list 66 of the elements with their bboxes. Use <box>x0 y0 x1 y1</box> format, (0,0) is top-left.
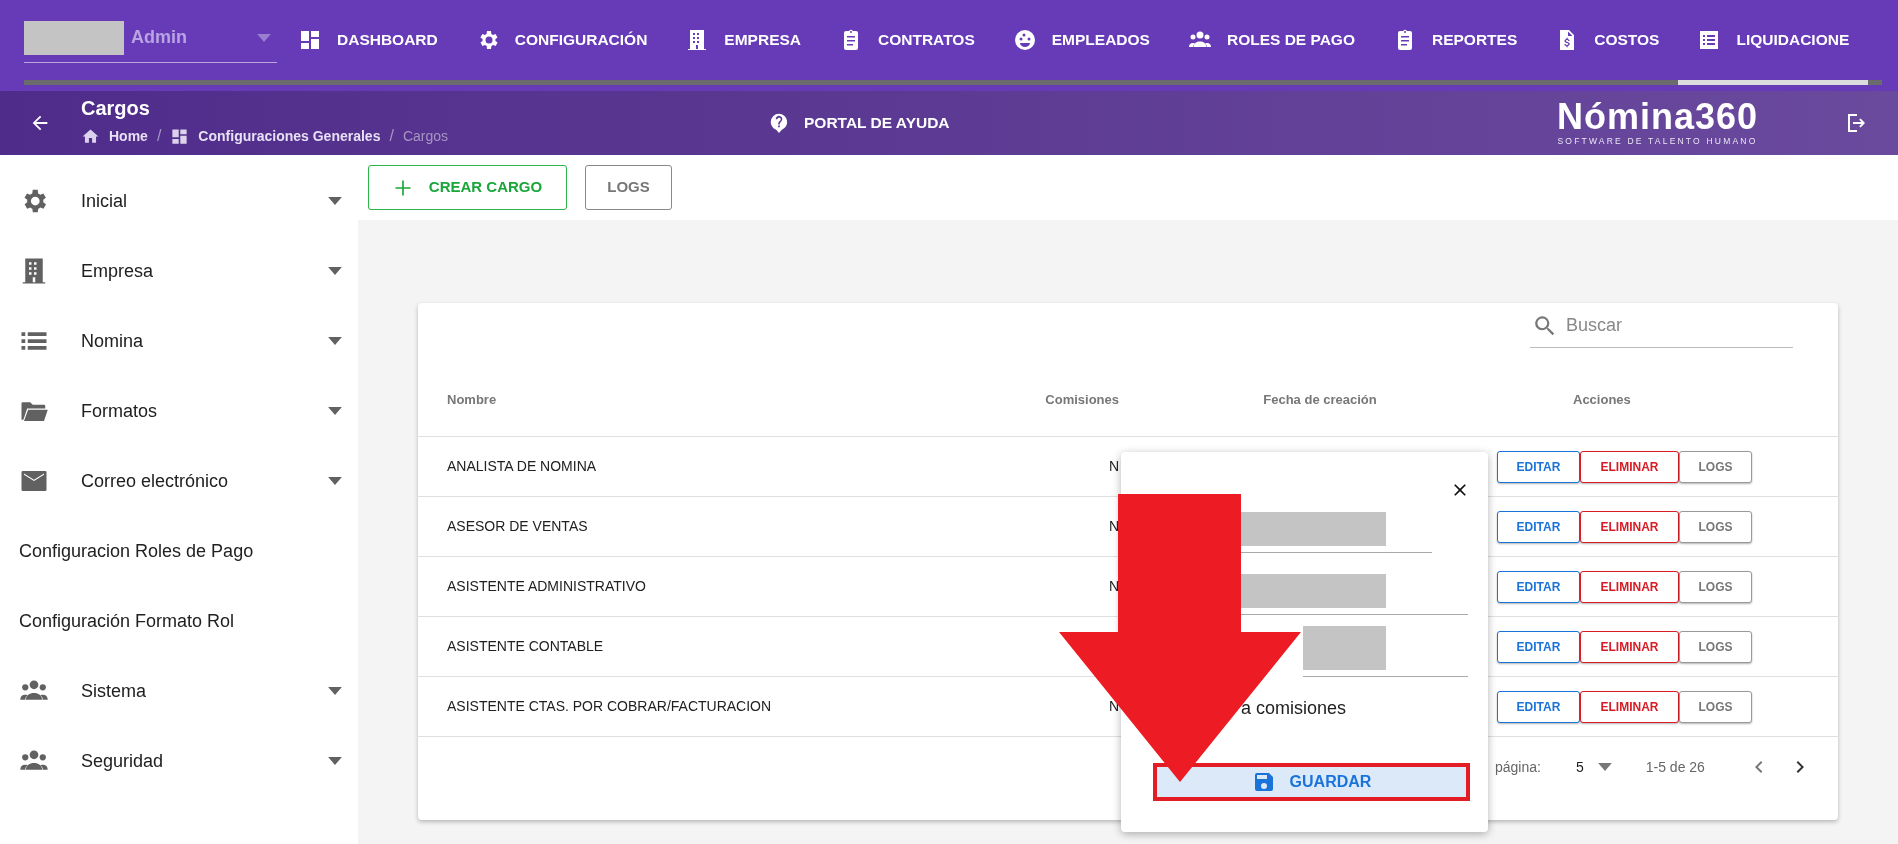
nav-tab[interactable]: EMPRESA <box>666 0 820 85</box>
nav-tab[interactable]: ROLES DE PAGO <box>1168 0 1374 85</box>
home-icon <box>81 126 100 146</box>
sidebar-item[interactable]: Configuración Formato Rol <box>0 586 358 656</box>
column-header: Fecha de creación <box>1262 391 1378 410</box>
delete-button[interactable]: ELIMINAR <box>1580 450 1679 483</box>
sidebar-item[interactable]: Configuracion Roles de Pago <box>0 516 358 586</box>
breadcrumb-separator: / <box>156 126 162 146</box>
column-header: Comisiones <box>1044 391 1120 410</box>
page-range: 1-5 de 26 <box>1645 757 1705 777</box>
delete-button[interactable]: ELIMINAR <box>1580 510 1679 543</box>
logs-button[interactable]: LOGS <box>1679 450 1752 483</box>
table-cell-text: ASESOR DE VENTAS <box>446 517 589 536</box>
dashboard-icon <box>298 28 322 52</box>
logs-button[interactable]: LOGS <box>1679 510 1752 543</box>
sidebar-item[interactable]: Correo electrónico <box>0 446 358 516</box>
sidebar-item[interactable]: Inicial <box>0 166 358 236</box>
table-cell: N <box>1108 458 1119 474</box>
table-cell-text: ASISTENTE CONTABLE <box>446 637 605 656</box>
nav-tab[interactable]: CONFIGURACIÓN <box>456 0 667 85</box>
caret-icon <box>257 33 271 42</box>
edit-button[interactable]: EDITAR <box>1497 630 1580 663</box>
checkbox-label: a comisiones <box>1241 697 1348 720</box>
sidebar-item[interactable]: Sistema <box>0 656 358 726</box>
page-title: Cargos <box>81 98 151 118</box>
table-cell-text: ASISTENTE CTAS. POR COBRAR/FACTURACION <box>446 697 773 716</box>
edit-button[interactable]: EDITAR <box>1497 690 1580 723</box>
edit-button[interactable]: EDITAR <box>1497 570 1580 603</box>
logs-button[interactable]: LOGS <box>1679 570 1752 603</box>
rows-per-page-select[interactable]: 5 <box>1575 756 1612 778</box>
breadcrumb-link[interactable]: Configuraciones Generales <box>198 125 381 147</box>
logs-button[interactable]: LOGS <box>1679 690 1752 723</box>
nav-tab[interactable]: LIQUIDACIONE <box>1678 0 1869 85</box>
save-button[interactable]: GUARDAR <box>1153 763 1470 801</box>
logs-button[interactable]: LOGS <box>1679 630 1752 663</box>
help-link[interactable]: PORTAL DE AYUDA <box>768 111 950 135</box>
table-cell-text: ANALISTA DE NOMINA <box>446 457 598 476</box>
nav-tab[interactable]: REPORTES <box>1374 0 1537 85</box>
face-icon <box>1012 28 1037 52</box>
logo-tagline: SOFTWARE DE TALENTO HUMANO <box>1557 134 1758 148</box>
sidebar-item[interactable]: Empresa <box>0 236 358 306</box>
caret-icon <box>1597 763 1612 771</box>
breadcrumb-separator: / <box>389 126 394 146</box>
sidebar-item[interactable]: Seguridad <box>0 726 358 796</box>
column-header: Nombre <box>446 391 498 410</box>
breadcrumb-link[interactable]: Home <box>109 125 148 147</box>
logo-name: Nómina360 <box>1556 98 1758 135</box>
column-header: Acciones <box>1572 391 1632 410</box>
delete-button[interactable]: ELIMINAR <box>1580 570 1679 603</box>
table-cell: N <box>1108 578 1119 594</box>
sidebar-item[interactable]: Nomina <box>0 306 358 376</box>
nav-tab[interactable]: DASHBOARD <box>279 0 457 85</box>
logs-button[interactable]: LOGS <box>585 165 672 210</box>
nav-tab[interactable]: COSTOS <box>1536 0 1679 85</box>
nav-tab[interactable]: CONTRATOS <box>820 0 994 85</box>
help-icon <box>768 112 790 134</box>
dashboard-icon <box>170 126 190 146</box>
nav-tab[interactable]: EMPLEADOS <box>993 0 1169 85</box>
edit-button[interactable]: EDITAR <box>1497 450 1580 483</box>
delete-button[interactable]: ELIMINAR <box>1580 630 1679 663</box>
delete-button[interactable]: ELIMINAR <box>1580 690 1679 723</box>
table-cell: N <box>1108 518 1119 534</box>
rows-per-page-label: página: <box>1495 757 1541 777</box>
table-cell-text: ASISTENTE ADMINISTRATIVO <box>446 577 647 596</box>
edit-button[interactable]: EDITAR <box>1497 510 1580 543</box>
sidebar-item[interactable]: Formatos <box>0 376 358 446</box>
